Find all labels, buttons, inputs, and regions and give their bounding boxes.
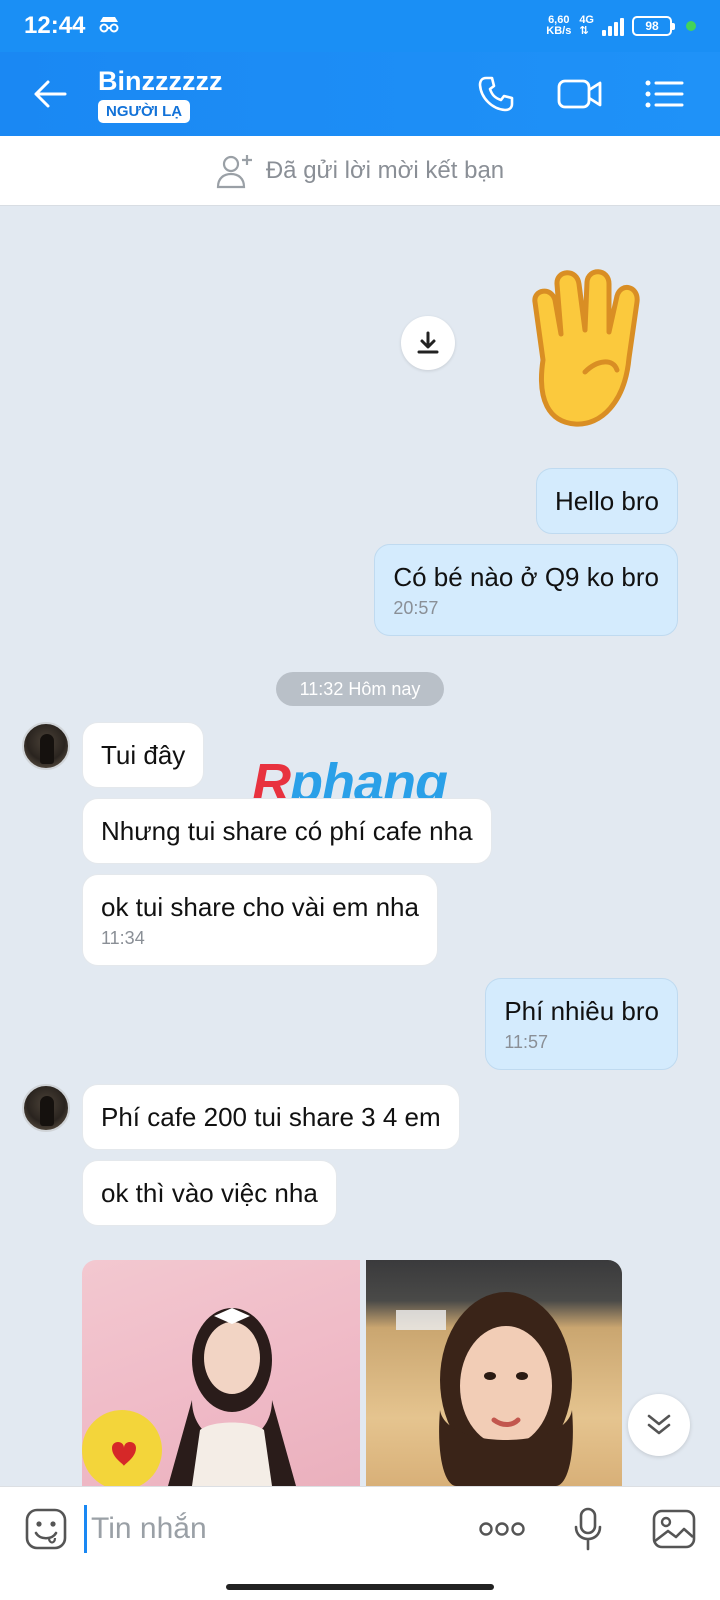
- photo-attachment[interactable]: [366, 1260, 622, 1486]
- contact-info[interactable]: Binzzzzzz NGƯỜI LẠ: [98, 66, 468, 123]
- message-bubble-out[interactable]: Có bé nào ở Q9 ko bro 20:57: [374, 544, 678, 636]
- net-speed: 6,60 KB/s: [546, 14, 572, 37]
- phone-icon: [478, 76, 514, 112]
- call-button[interactable]: [468, 66, 524, 122]
- date-divider: 11:32 Hôm nay: [276, 672, 444, 706]
- message-text: Hello bro: [554, 486, 659, 516]
- raised-hand-icon: [532, 269, 640, 427]
- emoji-button[interactable]: [22, 1505, 70, 1553]
- video-camera-icon: [557, 79, 602, 109]
- friend-request-bar[interactable]: Đã gửi lời mời kết bạn: [0, 136, 720, 206]
- options-button[interactable]: [636, 66, 692, 122]
- stranger-badge: NGƯỜI LẠ: [98, 99, 191, 123]
- avatar[interactable]: [22, 1084, 70, 1132]
- network-type: 4G ⇅: [579, 14, 594, 37]
- emoji-icon: [25, 1508, 67, 1549]
- message-text: Tui đây: [101, 740, 186, 770]
- message-time: 11:34: [101, 928, 145, 948]
- photo-right-image: [396, 1292, 573, 1486]
- list-menu-icon: [645, 80, 684, 108]
- raised-hand-sticker[interactable]: [505, 262, 665, 432]
- status-bar: 12:44 6,60 KB/s 4G ⇅ 98: [0, 0, 720, 52]
- more-button[interactable]: [478, 1505, 526, 1553]
- arrow-left-icon: [34, 80, 67, 108]
- message-time: 20:57: [393, 598, 439, 618]
- incognito-icon: [97, 12, 121, 40]
- status-time: 12:44: [24, 12, 86, 39]
- back-button[interactable]: [20, 64, 80, 124]
- gallery-button[interactable]: [650, 1505, 698, 1553]
- message-bubble-in[interactable]: ok thì vào việc nha: [82, 1160, 337, 1226]
- message-text: ok thì vào việc nha: [101, 1178, 318, 1208]
- message-text: Nhưng tui share có phí cafe nha: [101, 816, 473, 846]
- message-bubble-in[interactable]: Phí cafe 200 tui share 3 4 em: [82, 1084, 460, 1150]
- voice-button[interactable]: [564, 1505, 612, 1553]
- add-user-icon: [216, 154, 252, 188]
- message-text: Phí nhiêu bro: [504, 996, 659, 1026]
- home-indicator[interactable]: [226, 1584, 494, 1590]
- download-button[interactable]: [401, 316, 455, 370]
- microphone-icon: [574, 1507, 602, 1550]
- video-call-button[interactable]: [552, 66, 608, 122]
- image-icon: [652, 1509, 696, 1548]
- message-bubble-in[interactable]: ok tui share cho vài em nha 11:34: [82, 874, 438, 966]
- signal-icon: [602, 16, 624, 36]
- message-time: 11:57: [504, 1032, 549, 1052]
- battery-icon: 98: [632, 16, 675, 36]
- photo-left-image: [82, 1308, 296, 1486]
- photo-attachment[interactable]: [82, 1260, 360, 1486]
- message-bubble-in[interactable]: Nhưng tui share có phí cafe nha: [82, 798, 492, 864]
- chat-header: Binzzzzzz NGƯỜI LẠ: [0, 52, 720, 136]
- message-bubble-in[interactable]: Tui đây: [82, 722, 205, 788]
- message-text: ok tui share cho vài em nha: [101, 892, 419, 922]
- message-input[interactable]: [84, 1504, 478, 1553]
- scroll-down-button[interactable]: [628, 1394, 690, 1456]
- chat-messages[interactable]: Hello bro Có bé nào ở Q9 ko bro 20:57 11…: [0, 206, 720, 1486]
- message-bubble-out[interactable]: Hello bro: [535, 468, 678, 534]
- contact-name: Binzzzzzz: [98, 65, 223, 96]
- message-bubble-out[interactable]: Phí nhiêu bro 11:57: [485, 978, 678, 1070]
- more-dots-icon: [479, 1521, 525, 1536]
- privacy-dot: [686, 21, 696, 31]
- double-chevron-down-icon: [647, 1414, 671, 1435]
- message-text: Có bé nào ở Q9 ko bro: [393, 562, 659, 592]
- friend-request-text: Đã gửi lời mời kết bạn: [265, 156, 505, 184]
- avatar[interactable]: [22, 722, 70, 770]
- download-icon: [417, 331, 439, 354]
- message-text: Phí cafe 200 tui share 3 4 em: [101, 1102, 441, 1132]
- message-input-bar: [0, 1486, 720, 1570]
